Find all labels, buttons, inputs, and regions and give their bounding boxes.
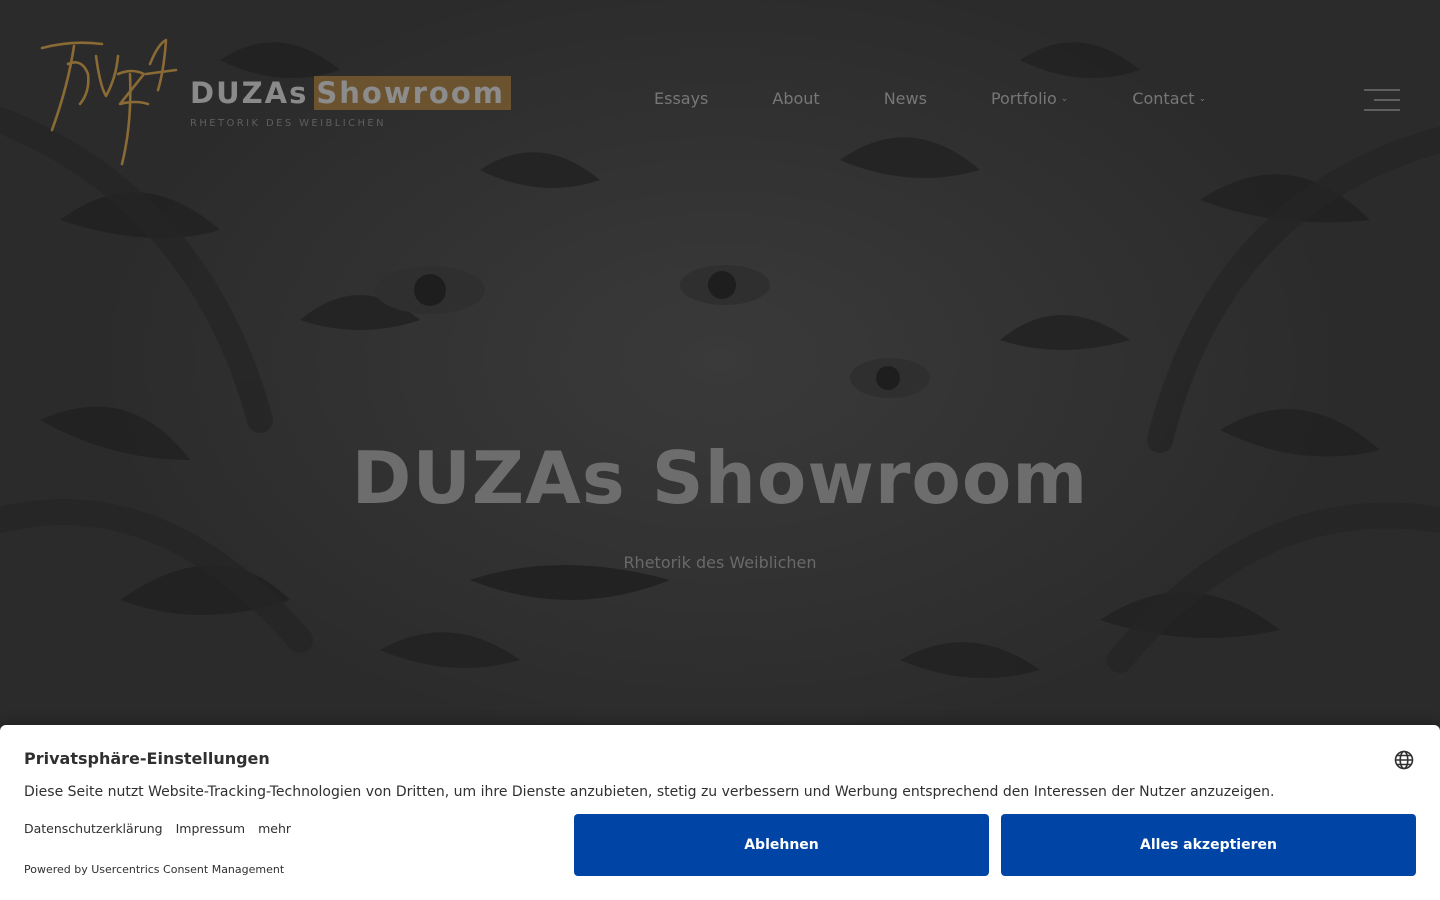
- nav-item-label: Contact: [1132, 89, 1195, 108]
- hamburger-menu-icon[interactable]: [1364, 88, 1400, 112]
- globe-icon[interactable]: [1394, 750, 1414, 770]
- site-tagline: Rhetorik des Weiblichen: [190, 118, 386, 129]
- nav-item-label: About: [772, 89, 820, 108]
- consent-title: Privatsphäre-Einstellungen: [24, 749, 270, 768]
- imprint-link[interactable]: Impressum: [176, 821, 245, 836]
- powered-by: Powered by Usercentrics Consent Manageme…: [24, 863, 285, 876]
- nav-item-contact[interactable]: Contact ⌄: [1132, 89, 1206, 108]
- nav-item-label: Essays: [654, 89, 709, 108]
- consent-links: Datenschutzerklärung Impressum mehr: [24, 821, 304, 836]
- site-title-highlight: Showroom: [314, 76, 511, 110]
- nav-item-essays[interactable]: Essays: [654, 89, 708, 108]
- nav-item-label: News: [883, 89, 927, 108]
- consent-description: Diese Seite nutzt Website-Tracking-Techn…: [24, 784, 1275, 800]
- nav-item-label: Portfolio: [990, 89, 1057, 108]
- more-link[interactable]: mehr: [258, 821, 291, 836]
- nav-item-portfolio[interactable]: Portfolio ⌄: [991, 89, 1068, 108]
- nav-item-about[interactable]: About: [772, 89, 819, 108]
- site-title[interactable]: DUZAs Showroom: [190, 76, 511, 110]
- cookie-consent-banner: Privatsphäre-Einstellungen Diese Seite n…: [0, 725, 1440, 900]
- duza-logo[interactable]: [38, 34, 180, 166]
- hero-title: DUZAs Showroom: [351, 436, 1089, 520]
- brand-block[interactable]: DUZAs Showroom Rhetorik des Weiblichen: [190, 76, 511, 129]
- accept-all-button[interactable]: Alles akzeptieren: [1001, 814, 1416, 876]
- chevron-down-icon: ⌄: [1060, 93, 1069, 104]
- hero-subtitle: Rhetorik des Weiblichen: [623, 553, 817, 572]
- site-title-name: DUZAs: [190, 76, 309, 110]
- deny-button[interactable]: Ablehnen: [574, 814, 989, 876]
- nav-item-news[interactable]: News: [884, 89, 927, 108]
- chevron-down-icon: ⌄: [1198, 93, 1207, 104]
- main-nav: Essays About News Portfolio ⌄ Contact ⌄: [654, 89, 1270, 108]
- privacy-policy-link[interactable]: Datenschutzerklärung: [24, 821, 163, 836]
